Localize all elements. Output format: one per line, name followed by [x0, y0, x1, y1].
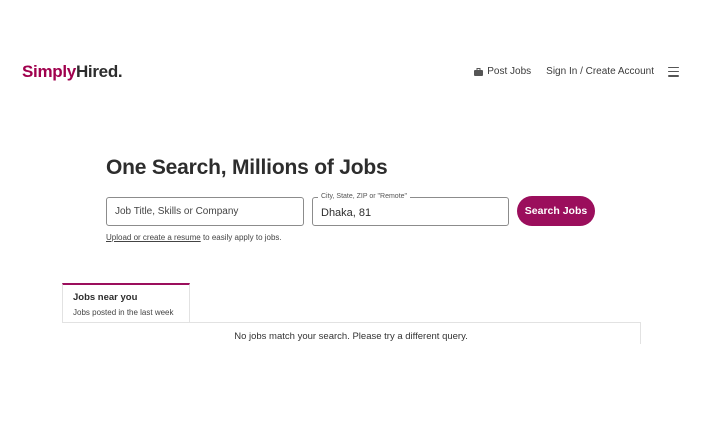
- no-results-message: No jobs match your search. Please try a …: [234, 331, 468, 342]
- post-jobs-label: Post Jobs: [487, 66, 532, 77]
- briefcase-icon: [474, 67, 484, 76]
- location-input[interactable]: [313, 198, 508, 225]
- job-title-input[interactable]: [107, 198, 303, 225]
- simplyhired-logo[interactable]: SimplyHired.: [22, 62, 123, 82]
- tab-title: Jobs near you: [73, 292, 138, 303]
- results-panel: No jobs match your search. Please try a …: [62, 322, 641, 344]
- job-title-field[interactable]: [106, 197, 304, 226]
- upload-resume-link[interactable]: Upload or create a resume: [106, 233, 201, 242]
- hamburger-menu-icon[interactable]: [668, 66, 679, 77]
- post-jobs-link[interactable]: Post Jobs: [474, 66, 531, 77]
- search-jobs-button[interactable]: Search Jobs: [517, 196, 595, 226]
- location-field[interactable]: City, State, ZIP or "Remote": [312, 192, 509, 226]
- location-label: City, State, ZIP or "Remote": [318, 192, 411, 202]
- logo-part-hired: Hired: [75, 62, 118, 81]
- sign-in-link[interactable]: Sign In / Create Account: [546, 66, 654, 77]
- logo-dot: .: [117, 62, 123, 81]
- upload-resume-suffix: to easily apply to jobs.: [200, 233, 282, 242]
- tab-jobs-near-you[interactable]: Jobs near you Jobs posted in the last we…: [62, 283, 190, 323]
- page-title: One Search, Millions of Jobs: [106, 156, 388, 179]
- resume-upload-text: Upload or create a resume to easily appl…: [106, 233, 282, 242]
- site-header: SimplyHired. Post Jobs Sign In / Create …: [0, 58, 705, 88]
- header-nav: Post Jobs Sign In / Create Account: [474, 66, 679, 77]
- tab-subtitle: Jobs posted in the last week: [73, 308, 174, 317]
- logo-part-simply: Simply: [22, 62, 76, 81]
